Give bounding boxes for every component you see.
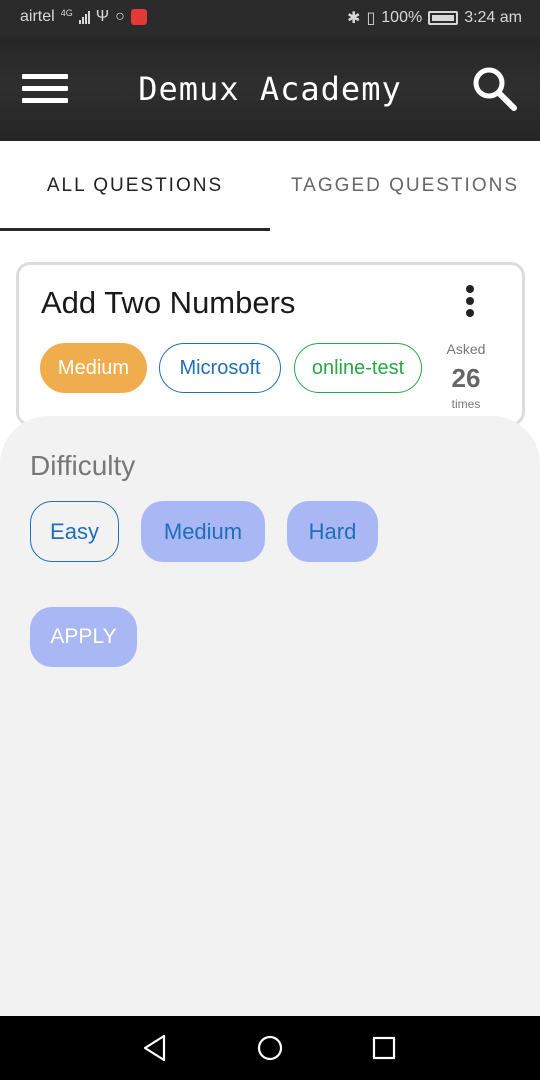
difficulty-chip-easy[interactable]: Easy <box>30 501 119 562</box>
notification-badge-icon <box>130 9 147 25</box>
status-bar-left: airtel 4G Ψ ○ <box>20 8 147 26</box>
difficulty-chip-hard[interactable]: Hard <box>287 501 378 562</box>
network-type: 4G <box>60 8 73 18</box>
recents-icon[interactable] <box>366 1030 402 1066</box>
question-card[interactable]: Add Two Numbers Medium Microsoft online-… <box>16 262 525 426</box>
signal-icon <box>78 10 90 24</box>
apply-button[interactable]: APPLY <box>30 607 137 667</box>
battery-percent: 100% <box>381 9 423 26</box>
difficulty-chip-medium[interactable]: Medium <box>141 501 265 562</box>
bluetooth-icon: ✱ <box>347 10 361 27</box>
home-icon[interactable] <box>252 1030 288 1066</box>
clock: 3:24 am <box>464 9 522 26</box>
filter-sheet-title: Difficulty <box>30 450 136 481</box>
whatsapp-icon: ○ <box>115 8 125 25</box>
difficulty-filter-sheet: Difficulty Easy Medium Hard APPLY <box>0 416 540 1016</box>
tab-indicator <box>0 228 270 231</box>
tab-bar: ALL QUESTIONS TAGGED QUESTIONS <box>0 141 540 231</box>
app-title: Demux Academy <box>138 70 402 108</box>
back-icon[interactable] <box>137 1030 173 1066</box>
company-tag[interactable]: Microsoft <box>159 343 281 393</box>
status-bar-right: ✱ ▯ 100% 3:24 am <box>347 8 522 28</box>
asked-label: Asked <box>446 341 486 357</box>
more-options-icon[interactable] <box>463 283 477 319</box>
tab-all-questions[interactable]: ALL QUESTIONS <box>0 141 270 231</box>
difficulty-tag: Medium <box>40 343 147 393</box>
status-bar: airtel 4G Ψ ○ ✱ ▯ 100% 3:24 am <box>0 0 540 36</box>
usb-icon: Ψ <box>95 8 110 25</box>
asked-count: 26 <box>451 363 481 393</box>
carrier-label: airtel <box>20 8 55 25</box>
vibrate-icon: ▯ <box>366 10 376 27</box>
system-nav-bar <box>0 1016 540 1080</box>
tab-tagged-questions[interactable]: TAGGED QUESTIONS <box>270 141 540 231</box>
search-icon[interactable] <box>470 64 518 112</box>
question-title: Add Two Numbers <box>41 285 296 320</box>
asked-unit: times <box>451 397 481 411</box>
battery-icon <box>428 11 459 25</box>
topic-tag[interactable]: online-test <box>294 343 422 393</box>
app-bar: Demux Academy <box>0 36 540 141</box>
